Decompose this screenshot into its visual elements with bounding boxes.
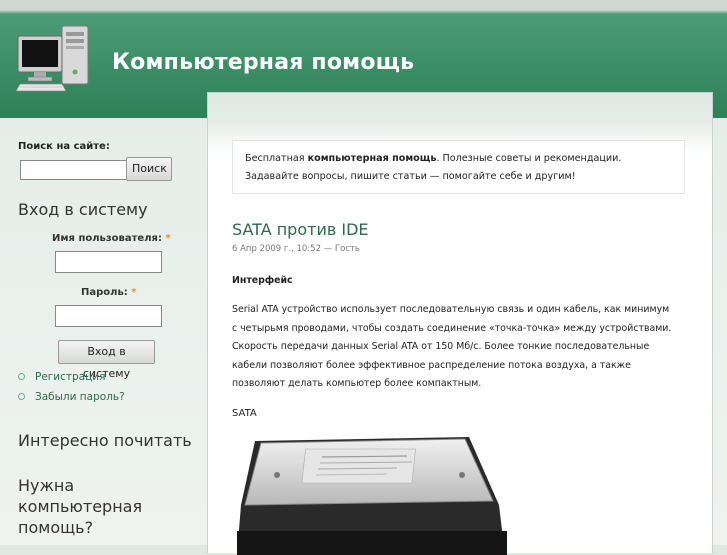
login-button[interactable]: Вход в систему [58,340,155,380]
username-label-text: Имя пользователя: [52,233,162,244]
main-content: Бесплатная компьютерная помощь. Полезные… [207,92,713,555]
register-link-label[interactable]: Регистрация [35,371,105,383]
sidebar: Поиск на сайте: Поиск Вход в систему Имя… [0,118,207,545]
required-mark: * [165,233,171,244]
forgot-password-link[interactable]: Забыли пароль? [18,389,125,409]
interesting-block-title: Интересно почитать [18,431,192,450]
search-title: Поиск на сайте: [18,141,110,152]
search-input[interactable] [20,160,129,180]
password-label-text: Пароль: [81,287,128,298]
required-mark: * [131,287,137,298]
bullet-icon [18,392,25,400]
login-links: Регистрация Забыли пароль? [18,369,125,409]
mission-bold: компьютерная помощь [307,153,437,164]
article-submitted: 6 Апр 2009 г., 10:52 — Гость [232,244,360,254]
article-title[interactable]: SATA против IDE [232,220,369,239]
image-caption: SATA [232,408,257,419]
help-block-title: Нужна компьютерная помощь? [18,476,143,537]
forgot-password-link-label[interactable]: Забыли пароль? [35,391,125,403]
article-subheading: Интерфейс [232,275,293,286]
password-field[interactable] [55,305,162,327]
password-label: Пароль: * [81,287,137,298]
mission-suffix: . Полезные советы и рекомендации. [436,153,622,164]
search-button[interactable]: Поиск [126,157,172,181]
bullet-icon [18,372,25,380]
hard-drive-image [237,437,507,555]
username-label: Имя пользователя: * [52,233,171,244]
mission-line2: Задавайте вопросы, пишите статьи — помог… [245,171,576,182]
login-title: Вход в систему [18,200,148,219]
mission-prefix: Бесплатная [245,153,308,164]
mission-box: Бесплатная компьютерная помощь. Полезные… [232,140,685,194]
register-link[interactable]: Регистрация [18,369,125,389]
computer-icon[interactable] [16,22,92,92]
site-name[interactable]: Компьютерная помощь [112,50,414,75]
article-body: Serial ATA устройство использует последо… [232,304,672,389]
username-field[interactable] [55,251,162,273]
